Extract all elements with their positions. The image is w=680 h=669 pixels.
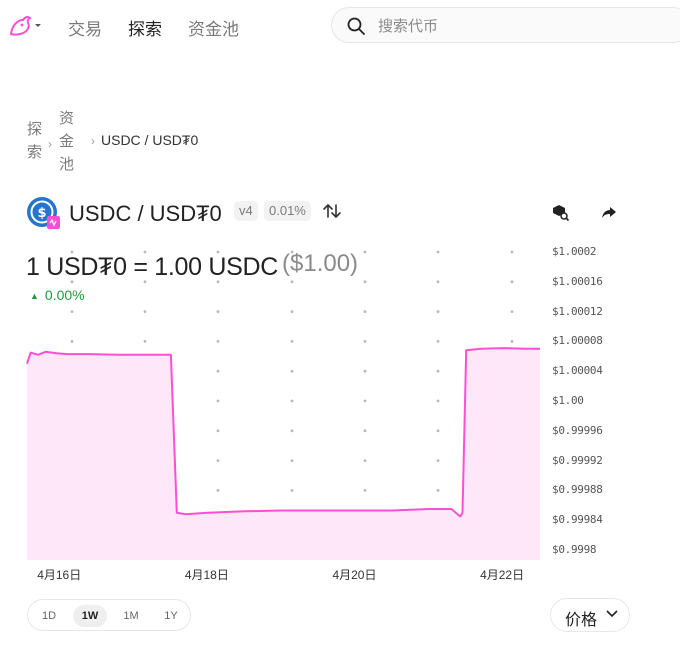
- grid-dot: [510, 280, 514, 284]
- breadcrumb-separator-icon: ›: [91, 134, 95, 148]
- y-tick-label: $1.00004: [552, 364, 603, 378]
- nav-explore[interactable]: 探索: [128, 15, 162, 40]
- y-tick-label: $1.0002: [552, 245, 597, 258]
- grid-dot: [363, 489, 367, 492]
- y-tick-label: $1.00008: [552, 334, 603, 348]
- x-tick-label: 4月20日: [332, 568, 377, 582]
- grid-dot: [363, 399, 367, 403]
- grid-dot: [290, 459, 294, 462]
- pool-title: USDC / USD₮0: [69, 201, 222, 226]
- grid-dot: [290, 369, 294, 373]
- x-tick-label: 4月16日: [37, 568, 82, 582]
- grid-dot: [510, 310, 514, 313]
- grid-dot: [436, 250, 440, 254]
- grid-dot: [436, 399, 440, 403]
- grid-dot: [363, 340, 367, 343]
- grid-dot: [216, 280, 220, 284]
- uniswap-logo[interactable]: [8, 14, 42, 38]
- grid-dot: [290, 489, 294, 492]
- grid-dot: [510, 250, 514, 254]
- y-tick-label: $0.9998: [552, 543, 597, 556]
- explorer-button[interactable]: [552, 204, 570, 227]
- usdc-token-icon: $: [27, 197, 60, 229]
- grid-dot: [143, 280, 147, 284]
- grid-dot: [436, 429, 440, 433]
- search-bar[interactable]: [331, 7, 680, 43]
- grid-dot: [436, 459, 440, 462]
- range-1w[interactable]: 1W: [73, 605, 107, 627]
- y-tick-label: $1.00012: [552, 304, 603, 318]
- y-tick-label: $1.00016: [552, 274, 603, 288]
- y-tick-label: $1.00: [552, 394, 584, 407]
- grid-dot: [216, 459, 220, 462]
- breadcrumb-explore[interactable]: 探索: [27, 118, 43, 164]
- y-tick-label: $0.99988: [552, 483, 603, 497]
- token-pair-icon: $: [26, 196, 60, 230]
- grid-dot: [143, 310, 147, 313]
- grid-dot: [363, 310, 367, 313]
- nav-trade[interactable]: 交易: [68, 15, 102, 40]
- svg-text:$: $: [37, 206, 46, 221]
- grid-dot: [290, 429, 294, 433]
- grid-dot: [436, 280, 440, 284]
- y-tick-label: $0.99984: [552, 513, 603, 527]
- grid-dot: [70, 280, 74, 284]
- breadcrumb-separator-icon: ›: [48, 137, 52, 151]
- grid-dot: [436, 340, 440, 343]
- grid-dot: [290, 250, 294, 254]
- grid-dot: [363, 429, 367, 433]
- grid-dot: [363, 459, 367, 462]
- grid-dot: [363, 369, 367, 373]
- grid-dot: [290, 310, 294, 313]
- grid-dot: [290, 399, 294, 403]
- search-icon: [347, 17, 365, 35]
- time-range-selector: 1D 1W 1M 1Y: [27, 599, 191, 631]
- y-tick-label: $0.99992: [552, 453, 603, 467]
- cube-search-icon: [553, 205, 570, 222]
- x-tick-label: 4月22日: [480, 568, 525, 582]
- grid-dot: [216, 369, 220, 373]
- search-input[interactable]: [376, 15, 660, 37]
- grid-dot: [436, 369, 440, 373]
- swap-arrows-icon: [323, 204, 341, 218]
- unicorn-icon: [9, 15, 41, 36]
- grid-dot: [143, 250, 147, 254]
- range-1m[interactable]: 1M: [116, 605, 146, 627]
- grid-dot: [216, 250, 220, 254]
- range-1y[interactable]: 1Y: [156, 605, 186, 627]
- swap-direction-button[interactable]: [322, 201, 342, 226]
- grid-dot: [70, 250, 74, 254]
- grid-dot: [216, 429, 220, 433]
- share-arrow-icon: [602, 207, 616, 218]
- grid-dot: [70, 340, 74, 343]
- grid-dot: [70, 310, 74, 313]
- x-tick-label: 4月18日: [184, 568, 229, 582]
- chart-metric-dropdown[interactable]: 价格: [550, 598, 630, 632]
- y-tick-label: $0.99996: [552, 423, 603, 437]
- chevron-down-icon: [606, 610, 618, 618]
- fee-badge: 0.01%: [264, 201, 311, 221]
- breadcrumb-pools[interactable]: 资金池: [59, 107, 75, 176]
- grid-dot: [216, 399, 220, 403]
- main-nav: 交易 探索 资金池: [68, 15, 239, 40]
- grid-dot: [436, 310, 440, 313]
- version-badge: v4: [234, 201, 258, 221]
- grid-dot: [143, 340, 147, 343]
- grid-dot: [436, 489, 440, 492]
- grid-dot: [510, 340, 514, 343]
- range-1d[interactable]: 1D: [36, 605, 62, 627]
- price-chart[interactable]: [0, 236, 545, 562]
- grid-dot: [363, 280, 367, 284]
- breadcrumb-current: USDC / USD₮0: [101, 132, 199, 148]
- nav-pools[interactable]: 资金池: [188, 15, 239, 40]
- grid-dot: [216, 489, 220, 492]
- grid-dot: [290, 280, 294, 284]
- grid-dot: [363, 250, 367, 254]
- grid-dot: [216, 310, 220, 313]
- grid-dot: [290, 340, 294, 343]
- chart-metric-label: 价格: [565, 612, 598, 629]
- share-button[interactable]: [600, 204, 618, 227]
- grid-dot: [216, 340, 220, 343]
